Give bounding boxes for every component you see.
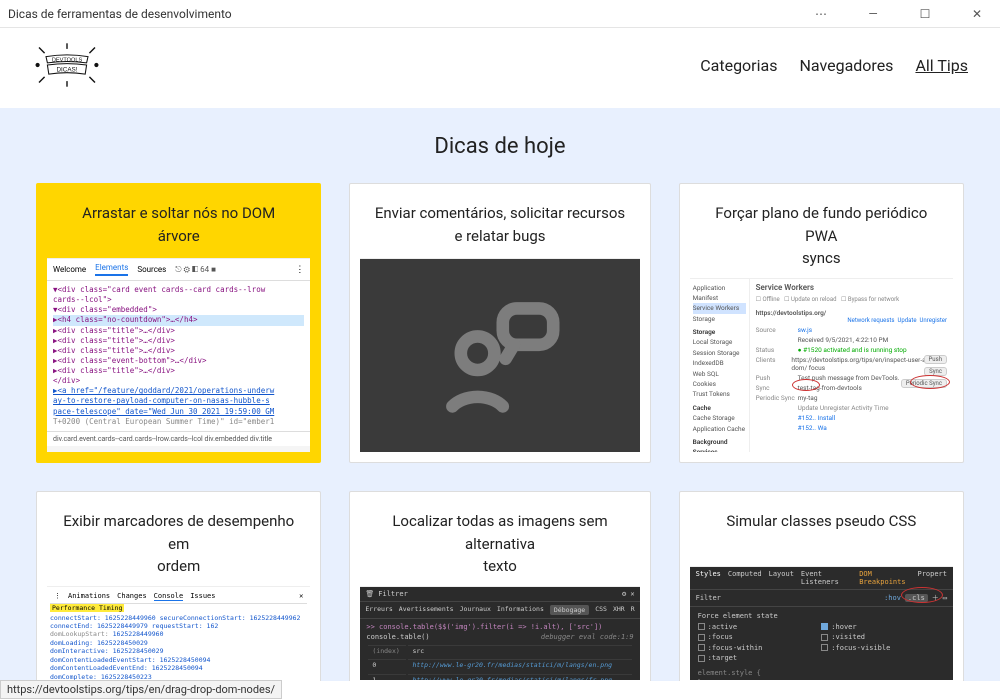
window-titlebar: Dicas de ferramentas de desenvolvimento … [0, 0, 1000, 28]
section-heading: Dicas de hoje [36, 134, 964, 159]
status-bar: https://devtoolstips.org/tips/en/drag-dr… [0, 680, 282, 699]
nav-all-tips[interactable]: All Tips [915, 56, 968, 75]
tip-thumbnail: Styles ComputedLayout Event Listeners DO… [690, 566, 953, 680]
site-logo[interactable]: DEVTOOLS DICAS! [32, 40, 102, 90]
tip-title: Exibir marcadores de desempenho emordem [47, 510, 310, 578]
nav-categories[interactable]: Categorias [700, 56, 777, 75]
tip-title: Localizar todas as imagens sem alternati… [360, 510, 639, 578]
tips-grid: Arrastar e soltar nós no DOMárvore Welco… [36, 183, 964, 681]
window-more-icon[interactable]: ⋯ [806, 7, 836, 21]
nav-browsers[interactable]: Navegadores [799, 56, 893, 75]
tip-card[interactable]: Simular classes pseudo CSS Styles Comput… [679, 491, 964, 681]
main-nav: Categorias Navegadores All Tips [700, 56, 968, 75]
window-title: Dicas de ferramentas de desenvolvimento [8, 7, 232, 21]
content-area: Dicas de hoje Arrastar e soltar nós no D… [0, 108, 1000, 681]
feedback-icon [430, 286, 570, 426]
window-close-icon[interactable]: ✕ [962, 7, 992, 21]
tip-title: Arrastar e soltar nós no DOMárvore [74, 202, 283, 250]
window-maximize-icon[interactable]: ☐ [910, 7, 940, 21]
tip-card[interactable]: Localizar todas as imagens sem alternati… [349, 491, 650, 681]
tip-title: Enviar comentários, solicitar recursose … [367, 202, 633, 250]
tip-card[interactable]: Exibir marcadores de desempenho emordem … [36, 491, 321, 681]
window-minimize-icon[interactable]: — [858, 7, 888, 21]
tip-thumbnail: ⋮ Animations Changes Console Issues ✕ Pe… [47, 586, 310, 681]
tip-thumbnail [360, 258, 639, 452]
tip-thumbnail: 🗑 Filtrer⚙ ✕ ErreursAvertissements Journ… [360, 586, 639, 681]
tip-card[interactable]: Enviar comentários, solicitar recursose … [349, 183, 650, 463]
page-header: DEVTOOLS DICAS! Categorias Navegadores A… [0, 28, 1000, 108]
tip-title: Forçar plano de fundo periódico PWAsyncs [690, 202, 953, 270]
svg-text:DICAS!: DICAS! [57, 66, 78, 73]
tip-title: Simular classes pseudo CSS [718, 510, 924, 558]
svg-text:DEVTOOLS: DEVTOOLS [52, 58, 83, 64]
tip-thumbnail: Welcome Elements Sources ⎋ ⚙ ◧ 64 ■ ⋮ ▼<… [47, 258, 310, 452]
tip-card[interactable]: Arrastar e soltar nós no DOMárvore Welco… [36, 183, 321, 463]
tip-thumbnail: Application Manifest Service Workers Sto… [690, 278, 953, 453]
tip-card[interactable]: Forçar plano de fundo periódico PWAsyncs… [679, 183, 964, 463]
